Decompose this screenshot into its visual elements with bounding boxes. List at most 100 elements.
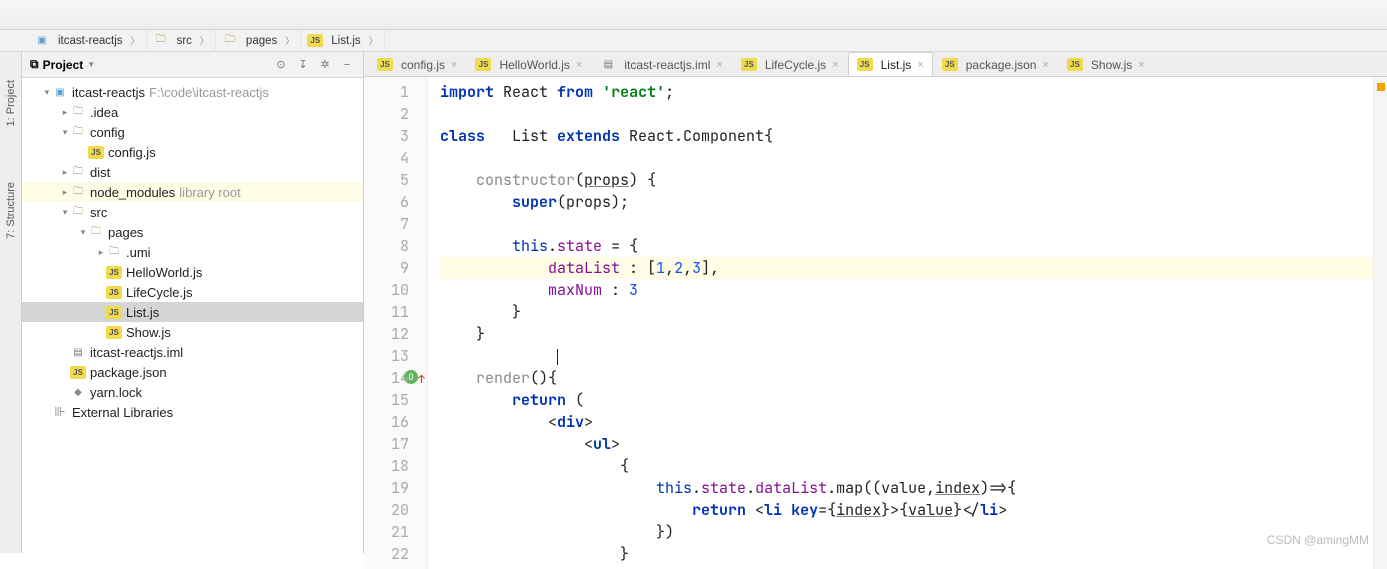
line-number[interactable]: 3 <box>364 125 409 147</box>
code-line[interactable]: <ul> <box>440 433 1373 455</box>
code-line[interactable] <box>440 147 1373 169</box>
line-number[interactable]: 15 <box>364 389 409 411</box>
line-number[interactable]: 1 <box>364 81 409 103</box>
code-line[interactable]: render(){ <box>440 367 1373 389</box>
code-line[interactable]: { <box>440 455 1373 477</box>
line-number[interactable]: 13 <box>364 345 409 367</box>
editor-tab[interactable]: JSconfig.js× <box>368 52 466 76</box>
tool-window-tab[interactable]: 1: Project <box>5 72 17 134</box>
line-number[interactable]: 11 <box>364 301 409 323</box>
code-line[interactable]: class List extends React.Component{ <box>440 125 1373 147</box>
line-number[interactable]: 19 <box>364 477 409 499</box>
editor-tab[interactable]: JSpackage.json× <box>933 52 1058 76</box>
breadcrumb-item[interactable]: 🗀src〉 <box>147 30 216 51</box>
code-line[interactable]: return <li key={index}>{value}</li> <box>440 499 1373 521</box>
project-view-icon: ⧉ <box>30 57 39 72</box>
tree-node[interactable]: ▾🗀pages <box>22 222 363 242</box>
watermark: CSDN @amingMM <box>1267 533 1369 547</box>
settings-icon[interactable]: ✲ <box>317 57 333 73</box>
tool-window-tab[interactable]: 7: Structure <box>5 174 17 247</box>
code-line[interactable]: constructor(props) { <box>440 169 1373 191</box>
project-panel-title[interactable]: ⧉ Project ▼ <box>30 57 267 72</box>
code-line[interactable]: this.state.dataList.map((value,index)=>{ <box>440 477 1373 499</box>
tree-node[interactable]: JSList.js <box>22 302 363 322</box>
tree-node[interactable]: JSHelloWorld.js <box>22 262 363 282</box>
tree-node[interactable]: JSpackage.json <box>22 362 363 382</box>
tree-node[interactable]: ▾▣itcast-reactjsF:\code\itcast-reactjs <box>22 82 363 102</box>
tree-node[interactable]: ▾🗀config <box>22 122 363 142</box>
project-tree[interactable]: ▾▣itcast-reactjsF:\code\itcast-reactjs▸🗀… <box>22 78 363 553</box>
text-cursor <box>557 349 558 365</box>
code-line[interactable] <box>440 345 1373 367</box>
editor-tab[interactable]: ▤itcast-reactjs.iml× <box>591 52 731 76</box>
editor-tab[interactable]: JSShow.js× <box>1058 52 1154 76</box>
line-number[interactable]: 9 <box>364 257 409 279</box>
close-icon[interactable]: × <box>832 59 838 71</box>
line-number[interactable]: 12 <box>364 323 409 345</box>
error-stripe[interactable] <box>1373 77 1387 569</box>
breadcrumb-item[interactable]: 🗀pages〉 <box>216 30 301 51</box>
tree-node[interactable]: ◆yarn.lock <box>22 382 363 402</box>
line-number[interactable]: 16 <box>364 411 409 433</box>
close-icon[interactable]: × <box>716 59 722 71</box>
tree-node[interactable]: ▸🗀.idea <box>22 102 363 122</box>
tree-node[interactable]: JSLifeCycle.js <box>22 282 363 302</box>
code-line[interactable]: } <box>440 323 1373 345</box>
tree-node[interactable]: ⊪External Libraries <box>22 402 363 422</box>
hide-icon[interactable]: − <box>339 57 355 73</box>
close-icon[interactable]: × <box>1138 59 1144 71</box>
line-number[interactable]: 7 <box>364 213 409 235</box>
tree-node[interactable]: ▸🗀.umi <box>22 242 363 262</box>
code-line[interactable]: <div> <box>440 411 1373 433</box>
line-number[interactable]: 18 <box>364 455 409 477</box>
code-line[interactable]: dataList : [1,2,3], <box>440 257 1373 279</box>
tree-node[interactable]: ▾🗀src <box>22 202 363 222</box>
breadcrumb: ▣itcast-reactjs〉🗀src〉🗀pages〉JSList.js〉 <box>0 30 1387 52</box>
code-line[interactable] <box>440 103 1373 125</box>
code-line[interactable]: } <box>440 543 1373 565</box>
line-number[interactable]: 17 <box>364 433 409 455</box>
line-number[interactable]: 2 <box>364 103 409 125</box>
line-number[interactable]: 20 <box>364 499 409 521</box>
close-icon[interactable]: × <box>576 59 582 71</box>
editor-tab[interactable]: JSHelloWorld.js× <box>466 52 591 76</box>
locate-icon[interactable]: ⊙ <box>273 57 289 73</box>
line-number[interactable]: 14 <box>364 367 409 389</box>
project-tool-window: ⧉ Project ▼ ⊙ ↧ ✲ − ▾▣itcast-reactjsF:\c… <box>22 52 364 553</box>
project-panel-title-text: Project <box>43 58 84 72</box>
editor-tab[interactable]: JSLifeCycle.js× <box>732 52 848 76</box>
tree-node[interactable]: ▸🗀node_moduleslibrary root <box>22 182 363 202</box>
tree-node[interactable]: JSconfig.js <box>22 142 363 162</box>
code-line[interactable] <box>440 213 1373 235</box>
code-line[interactable]: maxNum : 3 <box>440 279 1373 301</box>
editor-body: O↑ 12345678910111213141516171819202122 i… <box>364 77 1387 569</box>
warning-indicator[interactable] <box>1377 83 1385 91</box>
line-number[interactable]: 22 <box>364 543 409 565</box>
line-number[interactable]: 5 <box>364 169 409 191</box>
code-line[interactable]: import React from 'react'; <box>440 81 1373 103</box>
left-tool-stripe: 1: Project 7: Structure <box>0 52 22 553</box>
close-icon[interactable]: × <box>917 59 923 71</box>
close-icon[interactable]: × <box>451 59 457 71</box>
breadcrumb-item[interactable]: JSList.js〉 <box>301 30 384 51</box>
line-number[interactable]: 8 <box>364 235 409 257</box>
code-line[interactable]: return ( <box>440 389 1373 411</box>
editor-tab[interactable]: JSList.js× <box>848 52 933 76</box>
editor-area: JSconfig.js×JSHelloWorld.js×▤itcast-reac… <box>364 52 1387 553</box>
implements-arrow-icon[interactable]: ↑ <box>418 369 425 391</box>
line-number[interactable]: 6 <box>364 191 409 213</box>
code-line[interactable]: }) <box>440 521 1373 543</box>
line-number[interactable]: 21 <box>364 521 409 543</box>
code-area[interactable]: import React from 'react'; class List ext… <box>428 77 1373 569</box>
tree-node[interactable]: JSShow.js <box>22 322 363 342</box>
close-icon[interactable]: × <box>1042 59 1048 71</box>
code-line[interactable]: this.state = { <box>440 235 1373 257</box>
tree-node[interactable]: ▸🗀dist <box>22 162 363 182</box>
line-number[interactable]: 10 <box>364 279 409 301</box>
breadcrumb-item[interactable]: ▣itcast-reactjs〉 <box>28 30 147 51</box>
tree-node[interactable]: ▤itcast-reactjs.iml <box>22 342 363 362</box>
line-number[interactable]: 4 <box>364 147 409 169</box>
code-line[interactable]: } <box>440 301 1373 323</box>
code-line[interactable]: super(props); <box>440 191 1373 213</box>
collapse-icon[interactable]: ↧ <box>295 57 311 73</box>
